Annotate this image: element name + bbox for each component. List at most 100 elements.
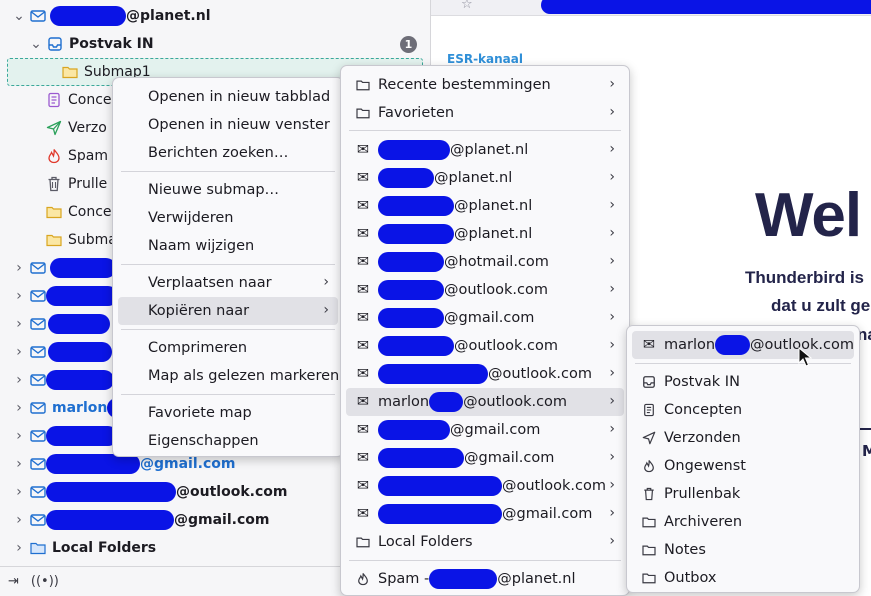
folder-label: Conce xyxy=(68,92,112,108)
menu-item-spam-recent[interactable]: Spam - @planet.nl xyxy=(346,565,624,593)
menu-item-account[interactable]: ✉ @planet.nl › xyxy=(346,164,624,192)
menu-item-mark-read[interactable]: Map als gelezen markeren xyxy=(118,362,339,390)
menu-separator xyxy=(121,171,335,172)
welcome-text: dat u zult ge xyxy=(771,296,871,315)
menu-item-open-window[interactable]: Openen in nieuw venster xyxy=(118,111,338,139)
menu-item-compact[interactable]: Comprimeren xyxy=(118,334,338,362)
menu-item-recent[interactable]: Recente bestemmingen › xyxy=(346,71,624,99)
redacted-name xyxy=(46,370,114,390)
online-status-icon[interactable]: ((•)) xyxy=(31,574,59,589)
folder-row-account-marlon[interactable]: › marlon xyxy=(12,394,128,422)
redacted-name xyxy=(50,258,116,278)
menu-item-notes[interactable]: Notes xyxy=(632,536,854,564)
folder-icon xyxy=(355,77,371,93)
chevron-right-icon: › xyxy=(609,477,615,493)
folder-row-account[interactable]: › xyxy=(12,254,116,282)
menu-item-account-marlon[interactable]: ✉ marlon @outlook.com › xyxy=(346,388,624,416)
folder-row-local-folders[interactable]: › Local Folders xyxy=(12,534,156,562)
folder-row-account-outlook[interactable]: › @outlook.com xyxy=(12,478,287,506)
chevron-right-icon[interactable]: › xyxy=(12,400,26,416)
folder-row-spam[interactable]: Spam xyxy=(46,142,108,170)
menu-item-properties[interactable]: Eigenschappen xyxy=(118,427,338,455)
chevron-right-icon[interactable]: › xyxy=(12,428,26,444)
menu-item-account-root[interactable]: ✉ marlon @outlook.com xyxy=(632,331,854,359)
folder-row-account[interactable]: › xyxy=(12,338,112,366)
mail-account-icon: ✉ xyxy=(356,282,370,298)
folder-label: Prulle xyxy=(68,176,108,192)
folder-row-account[interactable]: › xyxy=(12,282,118,310)
folder-row-folder[interactable]: Conce xyxy=(46,198,112,226)
flame-icon xyxy=(355,571,371,587)
chevron-down-icon[interactable]: ⌄ xyxy=(29,36,43,52)
menu-item-account[interactable]: ✉ @planet.nl › xyxy=(346,136,624,164)
redacted-name xyxy=(378,420,450,440)
menu-item-account[interactable]: ✉ @outlook.com › xyxy=(346,276,624,304)
menu-item-delete[interactable]: Verwijderen xyxy=(118,204,338,232)
menu-item-archive[interactable]: Archiveren xyxy=(632,508,854,536)
chevron-right-icon[interactable]: › xyxy=(12,484,26,500)
menu-item-search-messages[interactable]: Berichten zoeken… xyxy=(118,139,338,167)
redacted-name xyxy=(48,314,110,334)
folder-label: Conce xyxy=(68,204,112,220)
menu-item-favorites[interactable]: Favorieten › xyxy=(346,99,624,127)
menu-item-local-folders[interactable]: Local Folders › xyxy=(346,528,624,556)
folder-row-account-planet[interactable]: ⌄ @planet.nl xyxy=(12,2,211,30)
chevron-right-icon: › xyxy=(609,337,615,353)
folder-row-folder[interactable]: Subma xyxy=(46,226,117,254)
folder-icon xyxy=(355,534,371,550)
menu-item-account[interactable]: ✉ @gmail.com › xyxy=(346,500,624,528)
folder-row-sent[interactable]: Verzo xyxy=(46,114,107,142)
chevron-right-icon: › xyxy=(609,505,615,521)
collapse-pane-icon[interactable]: ⇥ xyxy=(8,574,19,589)
redacted-name xyxy=(46,482,176,502)
menu-item-new-subfolder[interactable]: Nieuwe submap… xyxy=(118,176,338,204)
menu-item-account[interactable]: ✉ @gmail.com › xyxy=(346,444,624,472)
menu-item-outbox[interactable]: Outbox xyxy=(632,564,854,592)
menu-item-move-to[interactable]: Verplaatsen naar › xyxy=(118,269,338,297)
menu-item-account[interactable]: ✉ @outlook.com › xyxy=(346,360,624,388)
chevron-right-icon[interactable]: › xyxy=(12,344,26,360)
menu-item-trash[interactable]: Prullenbak xyxy=(632,480,854,508)
menu-item-rename[interactable]: Naam wijzigen xyxy=(118,232,338,260)
chevron-right-icon[interactable]: › xyxy=(12,456,26,472)
redacted-name xyxy=(378,448,464,468)
menu-item-sent[interactable]: Verzonden xyxy=(632,424,854,452)
chevron-right-icon: › xyxy=(609,281,615,297)
menu-item-junk[interactable]: Ongewenst xyxy=(632,452,854,480)
mail-account-icon: ✉ xyxy=(356,170,370,186)
folder-row-inbox[interactable]: ⌄ Postvak IN xyxy=(29,30,153,58)
chevron-right-icon: › xyxy=(609,197,615,213)
menu-item-account[interactable]: ✉ @outlook.com › xyxy=(346,472,624,500)
menu-item-account[interactable]: ✉ @hotmail.com › xyxy=(346,248,624,276)
folder-row-account[interactable]: › xyxy=(12,366,114,394)
star-icon[interactable]: ☆ xyxy=(461,0,473,12)
chevron-right-icon[interactable]: › xyxy=(12,372,26,388)
menu-item-copy-to[interactable]: Kopiëren naar › xyxy=(118,297,338,325)
folder-row-account[interactable]: › xyxy=(12,422,118,450)
flame-icon xyxy=(641,458,657,474)
chevron-right-icon[interactable]: › xyxy=(12,288,26,304)
menu-item-account[interactable]: ✉ @planet.nl › xyxy=(346,220,624,248)
menu-item-open-tab[interactable]: Openen in nieuw tabblad xyxy=(118,83,338,111)
chevron-right-icon[interactable]: › xyxy=(12,512,26,528)
menu-item-account[interactable]: ✉ @gmail.com › xyxy=(346,304,624,332)
menu-item-account[interactable]: ✉ @planet.nl › xyxy=(346,192,624,220)
menu-item-favorite-folder[interactable]: Favoriete map xyxy=(118,399,338,427)
chevron-down-icon[interactable]: ⌄ xyxy=(12,8,26,24)
redacted-name xyxy=(378,280,444,300)
redacted-name xyxy=(378,476,502,496)
menu-item-account[interactable]: ✉ @gmail.com › xyxy=(346,416,624,444)
menu-item-inbox[interactable]: Postvak IN xyxy=(632,368,854,396)
chevron-right-icon: › xyxy=(609,225,615,241)
folder-row-account[interactable]: › xyxy=(12,310,110,338)
folder-row-account-gmail[interactable]: › @gmail.com xyxy=(12,506,269,534)
chevron-right-icon[interactable]: › xyxy=(12,316,26,332)
folder-row-drafts[interactable]: Conce xyxy=(46,86,112,114)
folder-row-trash[interactable]: Prulle xyxy=(46,170,107,198)
sent-icon xyxy=(641,430,657,446)
menu-item-account[interactable]: ✉ @outlook.com › xyxy=(346,332,624,360)
chevron-right-icon[interactable]: › xyxy=(12,540,26,556)
menu-item-drafts[interactable]: Concepten xyxy=(632,396,854,424)
chevron-right-icon[interactable]: › xyxy=(12,260,26,276)
sent-icon xyxy=(46,120,62,136)
